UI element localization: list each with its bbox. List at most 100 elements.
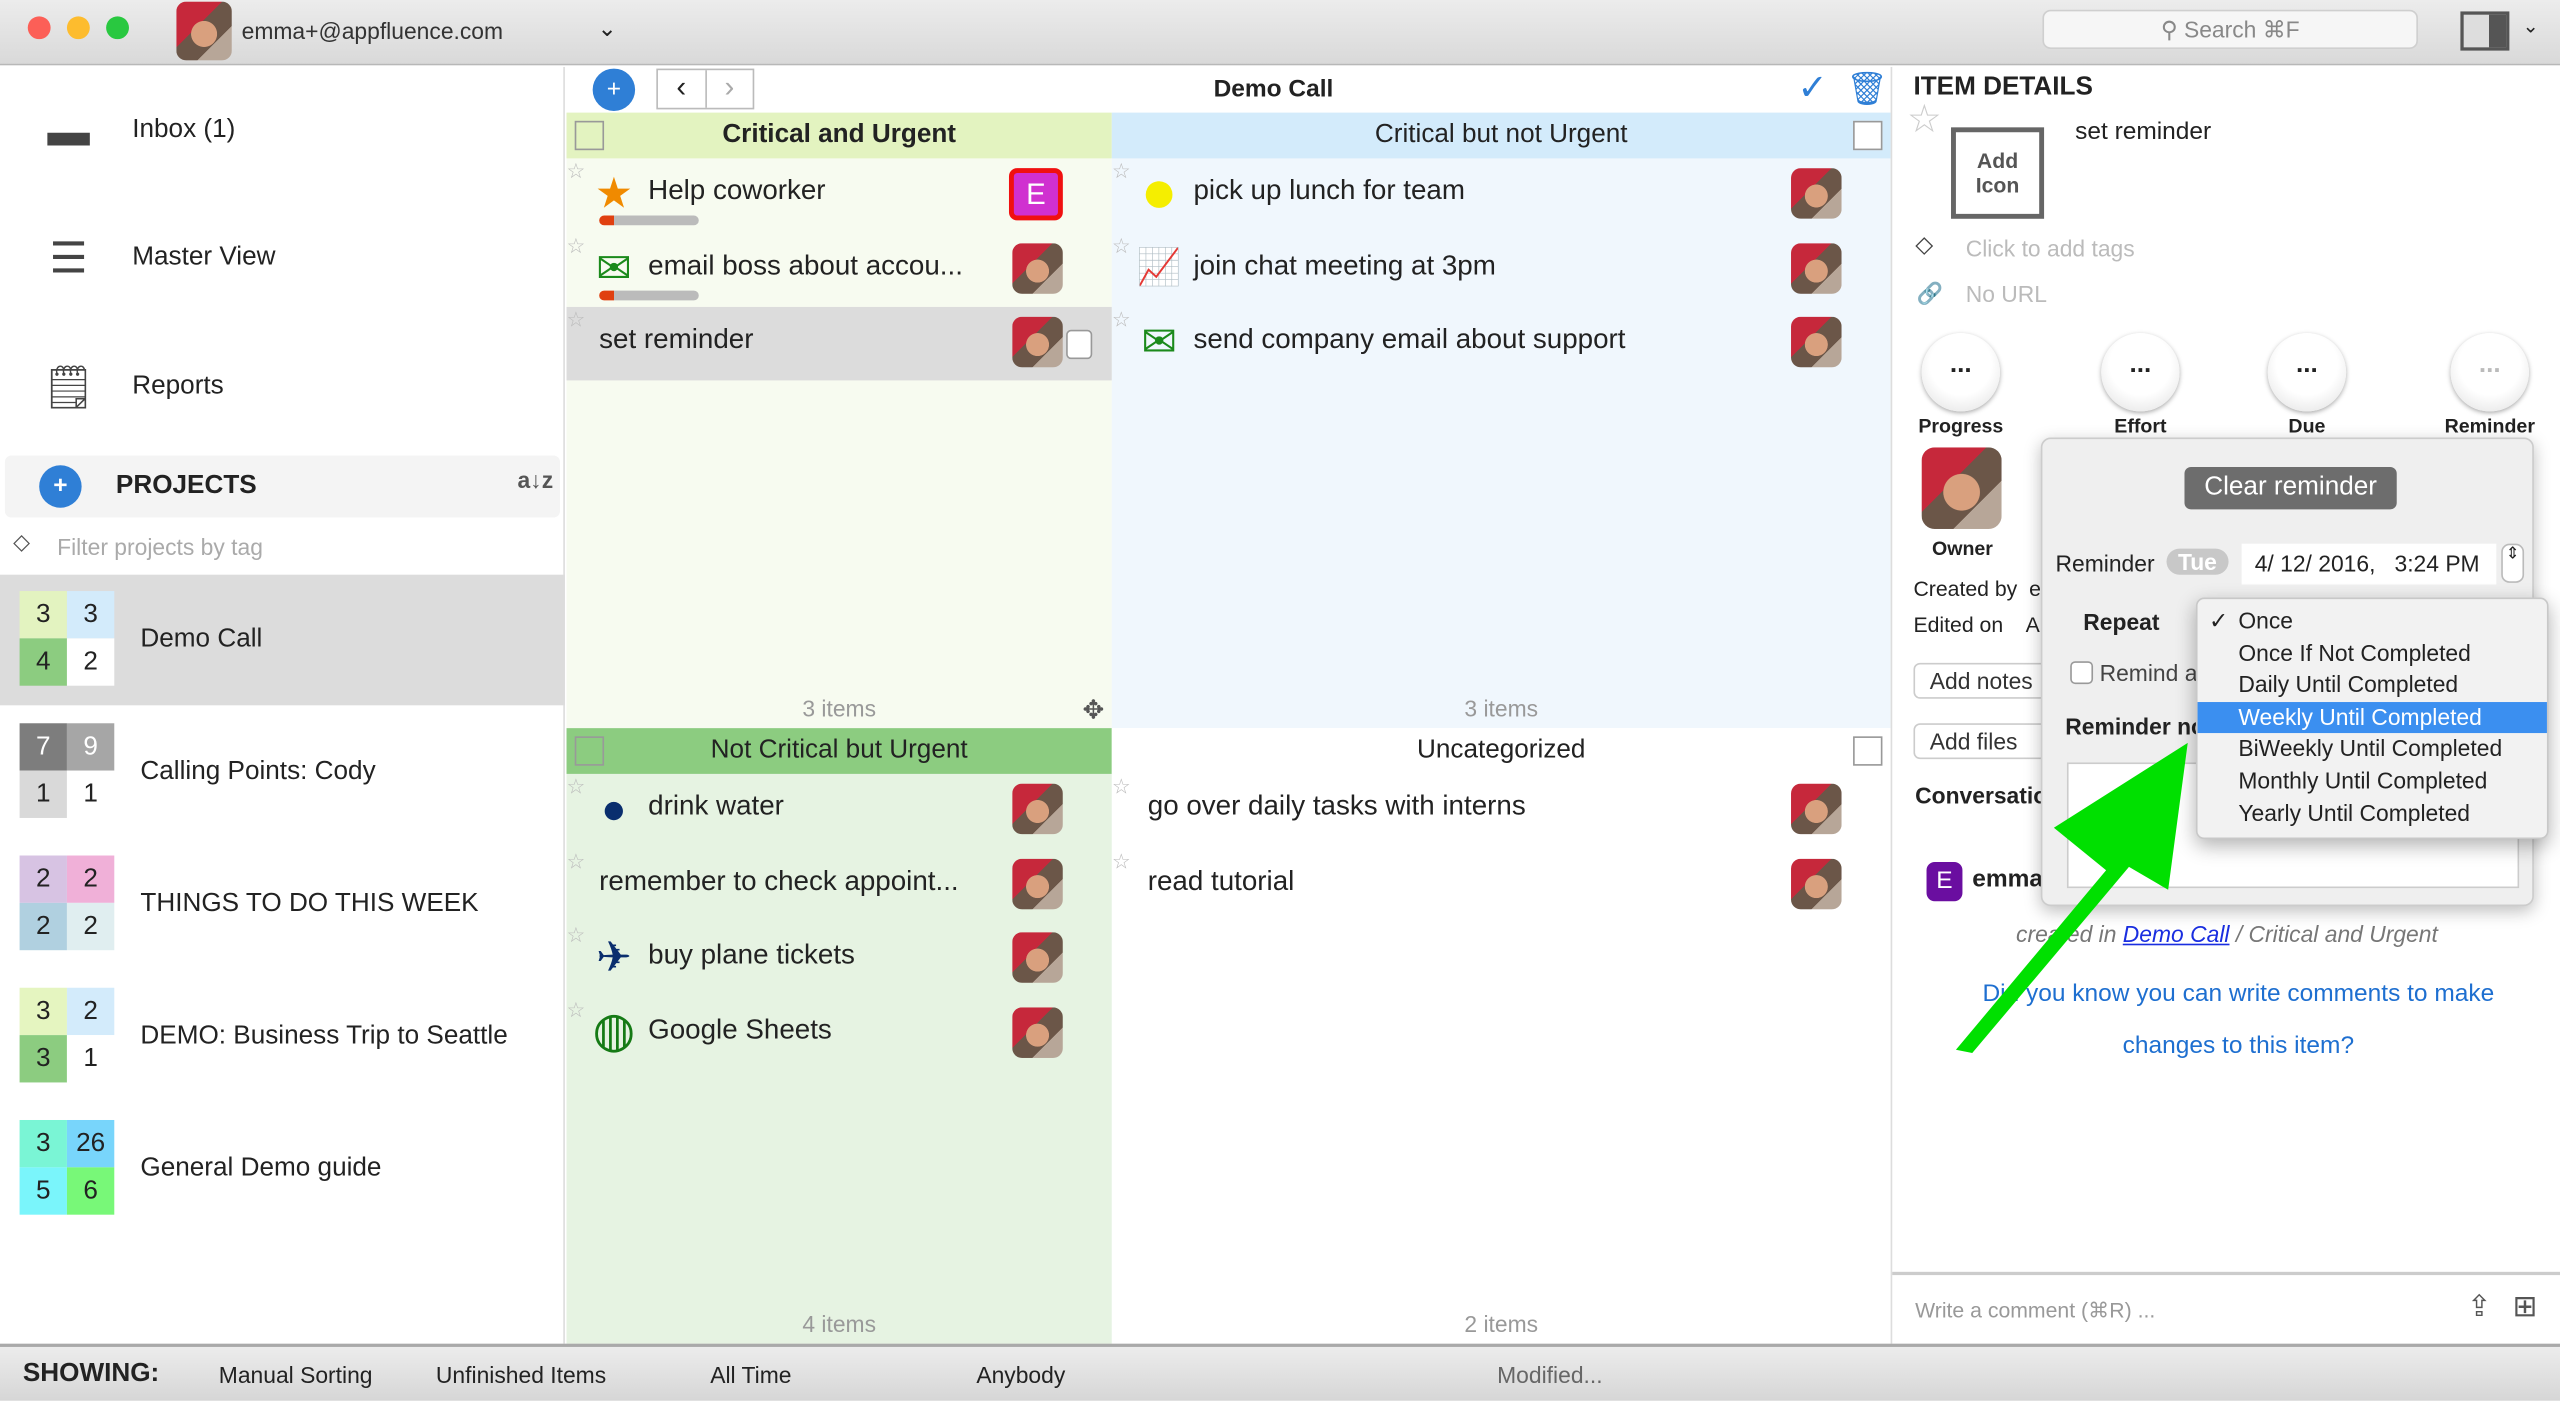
owner-avatar[interactable] (1791, 168, 1842, 219)
account-email[interactable]: emma+@appfluence.com (242, 18, 503, 44)
items-filter[interactable]: Unfinished Items (436, 1362, 606, 1388)
quadrant-select-checkbox[interactable] (574, 120, 605, 151)
repeat-option[interactable]: Weekly Until Completed (2197, 701, 2547, 734)
search-input[interactable]: ⚲ Search ⌘F (2042, 9, 2418, 49)
task-item[interactable]: ☆ ★ Help coworker E (567, 158, 1112, 231)
owner-avatar[interactable] (1791, 316, 1842, 368)
add-notes-button[interactable]: Add notes (1913, 662, 2061, 699)
project-name: THINGS TO DO THIS WEEK (140, 889, 479, 918)
project-item[interactable]: 3 2 3 1 DEMO: Business Trip to Seattle (0, 971, 565, 1102)
star-icon[interactable]: ☆ (1112, 774, 1131, 800)
repeat-option[interactable]: Monthly Until Completed (2198, 766, 2547, 798)
owner-avatar[interactable] (1012, 783, 1063, 835)
project-item[interactable]: 3 26 5 6 General Demo guide (0, 1104, 565, 1235)
owner-avatar[interactable] (1012, 316, 1063, 368)
repeat-option[interactable]: Once If Not Completed (2198, 638, 2547, 670)
trash-icon[interactable]: 🗑 (1847, 69, 1888, 110)
star-icon[interactable]: ☆ (1907, 96, 1942, 143)
task-item[interactable]: ☆ ◍ Google Sheets (567, 997, 1112, 1070)
owner-filter[interactable]: Anybody (976, 1362, 1065, 1388)
zoom-window-button[interactable] (106, 16, 129, 40)
task-item[interactable]: ☆ ✉ send company email about support (1112, 307, 1891, 380)
quadrant-select-checkbox[interactable] (1853, 120, 1883, 151)
star-icon[interactable]: ☆ (567, 158, 586, 184)
complete-checkbox[interactable] (1066, 329, 1093, 360)
reminder-date-input[interactable]: 4/ 12/ 2016, 3:24 PM (2241, 543, 2497, 585)
task-item[interactable]: ☆ ● drink water (567, 774, 1112, 847)
task-item[interactable]: ☆ go over daily tasks with interns (1112, 774, 1891, 847)
quadrant-select-checkbox[interactable] (1853, 736, 1883, 766)
repeat-option[interactable]: Yearly Until Completed (2198, 798, 2547, 830)
owner-avatar[interactable] (1791, 242, 1842, 294)
owner-avatar[interactable] (1791, 783, 1842, 835)
owner-avatar[interactable] (1012, 857, 1063, 909)
url-field[interactable]: No URL (1966, 281, 2047, 307)
minimize-window-button[interactable] (66, 16, 90, 40)
owner-initial[interactable]: E (1008, 168, 1063, 221)
date-stepper[interactable]: ⇕ (2501, 543, 2525, 583)
move-quadrant-handle[interactable]: ✥ (1082, 694, 1104, 727)
task-item[interactable]: ☆ set reminder (566, 306, 1112, 381)
owner-avatar[interactable] (1791, 857, 1842, 909)
close-window-button[interactable] (27, 16, 51, 40)
clear-reminder-button[interactable]: Clear reminder (2184, 466, 2397, 510)
quadrant-header[interactable]: Uncategorized (1111, 728, 1891, 774)
detail-due-button[interactable]: ... (2267, 333, 2347, 412)
star-icon[interactable]: ☆ (567, 848, 586, 874)
project-item[interactable]: 7 9 1 1 Calling Points: Cody (0, 707, 565, 838)
sort-az-icon[interactable]: a↓z (518, 467, 554, 493)
share-icon[interactable]: ⇪ (2467, 1290, 2492, 1324)
tags-field[interactable]: Click to add tags (1966, 235, 2135, 261)
task-item[interactable]: ☆ remember to check appoint... (567, 848, 1112, 921)
detail-progress-button[interactable]: ... (1921, 333, 2000, 412)
star-icon[interactable]: ☆ (1112, 233, 1131, 259)
task-item[interactable]: ☆ ✈ buy plane tickets (567, 922, 1112, 995)
quadrant-select-checkbox[interactable] (574, 736, 605, 766)
quadrant-header[interactable]: Critical and Urgent (566, 112, 1112, 159)
star-icon[interactable]: ☆ (567, 997, 586, 1023)
star-icon[interactable]: ☆ (1112, 848, 1131, 874)
project-item[interactable]: 3 3 4 2 Demo Call (0, 574, 565, 706)
add-icon-button[interactable]: Add Icon (1951, 127, 2045, 219)
repeat-option[interactable]: BiWeekly Until Completed (2198, 734, 2547, 766)
sidebar-item-reports[interactable]: 🗒 Reports (0, 338, 565, 436)
project-item[interactable]: 2 2 2 2 THINGS TO DO THIS WEEK (0, 839, 565, 970)
chevron-down-icon[interactable]: ⌄ (2522, 15, 2538, 38)
star-icon[interactable]: ☆ (567, 922, 586, 948)
sidebar-item-inbox[interactable]: ▬ Inbox (1) (0, 82, 565, 180)
add-project-button[interactable]: + (39, 465, 82, 508)
time-filter[interactable]: All Time (710, 1362, 791, 1388)
star-icon[interactable]: ☆ (567, 307, 586, 333)
panel-toggle-icon[interactable] (2460, 11, 2510, 51)
matrix-toolbar: + ‹ › Demo Call ✓ 🗑 (566, 66, 1891, 113)
star-icon[interactable]: ☆ (1112, 307, 1131, 333)
quadrant-header[interactable]: Critical but not Urgent (1111, 112, 1891, 159)
star-icon[interactable]: ☆ (567, 233, 586, 259)
sidebar-item-master-view[interactable]: ☰ Master View (0, 209, 565, 307)
detail-effort-button[interactable]: ... (2101, 333, 2180, 412)
repeat-option[interactable]: ✓ Once (2198, 606, 2547, 638)
task-item[interactable]: ☆ ● pick up lunch for team (1112, 158, 1891, 231)
task-item[interactable]: ☆ read tutorial (1112, 848, 1891, 921)
repeat-option[interactable]: Daily Until Completed (2198, 670, 2547, 702)
chart-icon: 📈 (1136, 245, 1182, 287)
item-name-field[interactable]: set reminder (2075, 118, 2211, 146)
complete-check-icon[interactable]: ✓ (1798, 67, 1828, 109)
star-icon[interactable]: ☆ (1112, 158, 1131, 184)
star-icon[interactable]: ☆ (567, 774, 586, 800)
quadrant-header[interactable]: Not Critical but Urgent (566, 728, 1112, 774)
chevron-down-icon[interactable]: ⌄ (598, 15, 617, 43)
owner-avatar[interactable] (1012, 932, 1063, 983)
task-item[interactable]: ☆ ✉ email boss about accou... (567, 233, 1112, 306)
remind-checkbox[interactable] (2070, 661, 2094, 685)
task-item[interactable]: ☆ 📈 join chat meeting at 3pm (1112, 233, 1891, 306)
comment-input[interactable]: Write a comment (⌘R) ... ⇪ ⊞ (1892, 1271, 2560, 1344)
filter-projects-input[interactable]: ⬦ Filter projects by tag (0, 524, 565, 570)
owner-avatar[interactable] (1012, 242, 1063, 294)
owner-avatar[interactable] (1012, 1006, 1063, 1058)
owner-avatar[interactable] (1921, 447, 2002, 529)
modified-filter[interactable]: Modified... (1497, 1362, 1602, 1388)
screenshot-add-icon[interactable]: ⊞ (2513, 1290, 2538, 1324)
detail-reminder-button[interactable]: ... (2450, 333, 2529, 412)
sorting-filter[interactable]: Manual Sorting (219, 1362, 373, 1388)
